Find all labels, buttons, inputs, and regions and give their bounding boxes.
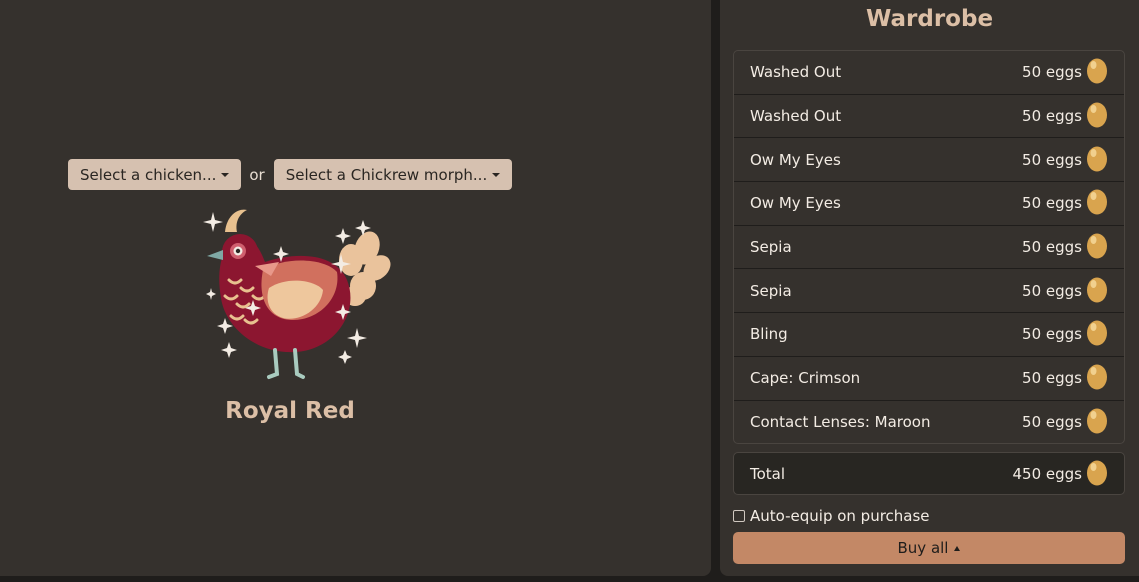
wardrobe-item-price-value: 50 eggs — [1022, 413, 1082, 432]
wardrobe-item-name: Contact Lenses: Maroon — [750, 413, 931, 432]
wardrobe-item-price: 50 eggs — [1022, 233, 1108, 259]
select-chicken-dropdown[interactable]: Select a chicken... — [68, 159, 242, 190]
wardrobe-item-price: 50 eggs — [1022, 320, 1108, 346]
select-chicken-label: Select a chicken... — [80, 165, 217, 184]
chicken-illustration — [203, 209, 391, 379]
wardrobe-item-price: 50 eggs — [1022, 277, 1108, 303]
or-label: or — [249, 165, 265, 184]
auto-equip-label: Auto-equip on purchase — [750, 507, 930, 525]
total-row: Total 450 eggs — [733, 452, 1125, 495]
wardrobe-item-row: Sepia 50 eggs — [734, 269, 1124, 314]
wardrobe-item-name: Sepia — [750, 238, 792, 257]
egg-icon — [1087, 460, 1107, 485]
wardrobe-item-row: Contact Lenses: Maroon 50 eggs — [734, 401, 1124, 444]
select-morph-dropdown[interactable]: Select a Chickrew morph... — [273, 159, 513, 190]
egg-icon — [1087, 320, 1107, 346]
egg-icon — [1087, 102, 1107, 128]
wardrobe-item-name: Washed Out — [750, 107, 842, 126]
buy-all-label: Buy all — [897, 539, 949, 557]
auto-equip-option[interactable]: Auto-equip on purchase — [733, 507, 930, 525]
wardrobe-item-price-value: 50 eggs — [1022, 238, 1082, 257]
egg-icon — [1087, 277, 1107, 303]
wardrobe-title: Wardrobe — [865, 6, 994, 32]
caret-down-icon — [492, 172, 501, 177]
buy-all-button[interactable]: Buy all — [733, 532, 1125, 564]
wardrobe-item-row: Washed Out 50 eggs — [734, 51, 1124, 95]
wardrobe-item-price: 50 eggs — [1022, 364, 1108, 390]
total-price: 450 eggs — [1012, 460, 1109, 486]
wardrobe-item-price: 50 eggs — [1022, 58, 1108, 84]
total-label: Total — [750, 464, 786, 483]
wardrobe-item-name: Ow My Eyes — [750, 194, 841, 213]
egg-icon — [1087, 408, 1107, 434]
wardrobe-item-price-value: 50 eggs — [1022, 107, 1082, 126]
wardrobe-item-name: Ow My Eyes — [750, 150, 841, 169]
wardrobe-item-row: Ow My Eyes 50 eggs — [734, 138, 1124, 183]
total-price-value: 450 eggs — [1012, 464, 1083, 483]
wardrobe-item-name: Cape: Crimson — [750, 369, 861, 388]
wardrobe-panel: Wardrobe Washed Out 50 eggs Washed Out 50 e… — [720, 0, 1139, 576]
caret-up-icon — [954, 545, 961, 551]
wardrobe-item-price: 50 eggs — [1022, 102, 1108, 128]
wardrobe-item-price: 50 eggs — [1022, 146, 1108, 172]
wardrobe-item-price-value: 50 eggs — [1022, 369, 1082, 388]
chicken-name: Royal Red — [225, 398, 355, 424]
wardrobe-item-price-value: 50 eggs — [1022, 281, 1082, 300]
wardrobe-item-name: Washed Out — [750, 63, 842, 82]
wardrobe-item-price-value: 50 eggs — [1022, 150, 1082, 169]
wardrobe-item-row: Washed Out 50 eggs — [734, 95, 1124, 139]
wardrobe-item-price-value: 50 eggs — [1022, 194, 1082, 213]
select-morph-label: Select a Chickrew morph... — [285, 165, 488, 184]
wardrobe-item-price-value: 50 eggs — [1022, 325, 1082, 344]
wardrobe-item-list: Washed Out 50 eggs Washed Out 50 eggs Ow My … — [733, 50, 1125, 444]
chicken-selectors: Select a chicken... or Select a Chickrew… — [68, 159, 513, 190]
egg-icon — [1087, 233, 1107, 259]
egg-icon — [1087, 146, 1107, 172]
wardrobe-item-row: Bling 50 eggs — [734, 313, 1124, 357]
chicken-panel: Select a chicken... or Select a Chickrew… — [0, 0, 711, 576]
egg-icon — [1087, 364, 1107, 390]
egg-icon — [1087, 58, 1107, 84]
caret-down-icon — [221, 172, 230, 177]
auto-equip-checkbox[interactable] — [733, 510, 745, 522]
wardrobe-item-row: Ow My Eyes 50 eggs — [734, 182, 1124, 226]
wardrobe-item-price: 50 eggs — [1022, 189, 1108, 215]
wardrobe-item-name: Sepia — [750, 281, 792, 300]
wardrobe-item-price-value: 50 eggs — [1022, 63, 1082, 82]
wardrobe-item-row: Cape: Crimson 50 eggs — [734, 357, 1124, 401]
wardrobe-item-price: 50 eggs — [1022, 408, 1108, 434]
wardrobe-item-name: Bling — [750, 325, 788, 344]
wardrobe-item-row: Sepia 50 eggs — [734, 226, 1124, 270]
egg-icon — [1087, 189, 1107, 215]
